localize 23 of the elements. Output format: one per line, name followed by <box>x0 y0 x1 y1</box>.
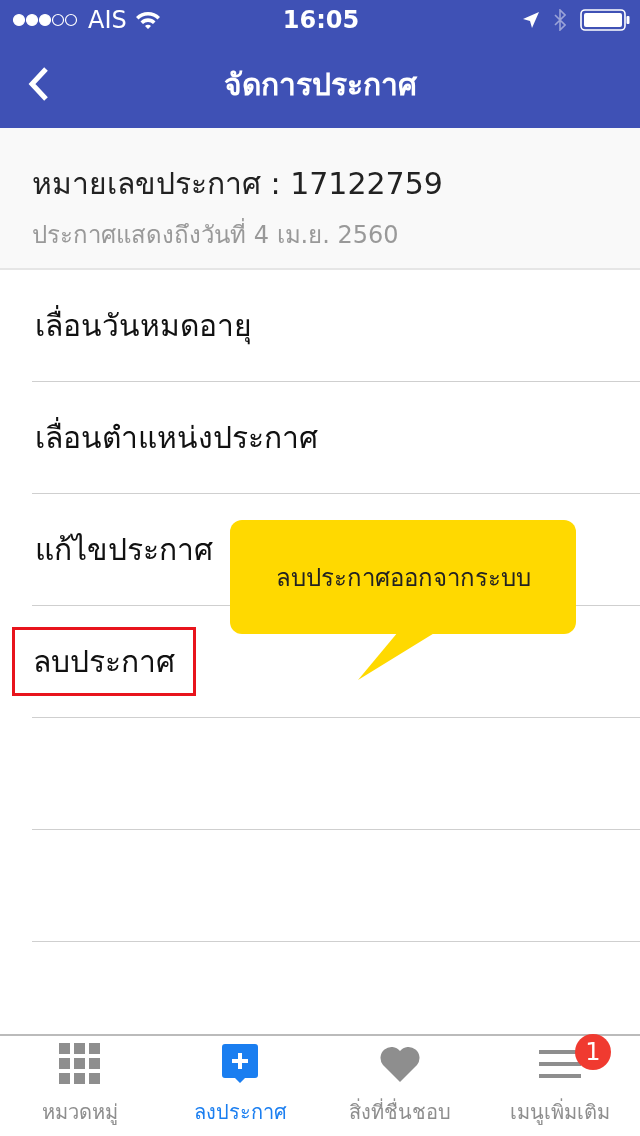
clock-time: 16:05 <box>282 6 360 34</box>
location-arrow-icon <box>522 11 540 29</box>
carrier-name: AIS <box>88 6 127 34</box>
menu-item[interactable]: เลื่อนตำแหน่งประกาศ <box>32 405 321 470</box>
wifi-icon <box>134 10 161 30</box>
menu-item[interactable]: แก้ไขประกาศ <box>32 517 216 582</box>
tab-bar-item[interactable]: 1 เมนูเพิ่มเติม <box>480 1036 640 1136</box>
tab-bar-item[interactable]: ลงประกาศ <box>160 1036 320 1136</box>
notification-badge: 1 <box>575 1034 611 1070</box>
signal-icon <box>12 13 80 27</box>
battery-icon <box>580 9 630 31</box>
menu-item[interactable]: ลบประกาศ <box>12 627 196 696</box>
bluetooth-icon <box>554 9 566 31</box>
announcement-number: หมายเลขประกาศ : 17122759 <box>32 165 444 203</box>
chevron-left-icon <box>28 66 50 102</box>
menu-icon <box>539 1048 581 1080</box>
menu-item[interactable]: เลื่อนวันหมดอายุ <box>32 293 255 358</box>
heart-icon <box>379 1045 421 1083</box>
callout-text: ลบประกาศออกจากระบบ <box>275 562 531 594</box>
display-until-date: ประกาศแสดงถึงวันที่ 4 เม.ย. 2560 <box>32 215 608 254</box>
grid-icon <box>59 1043 101 1085</box>
nav-title: จัดการประกาศ <box>222 65 419 104</box>
add-post-icon <box>222 1044 258 1084</box>
